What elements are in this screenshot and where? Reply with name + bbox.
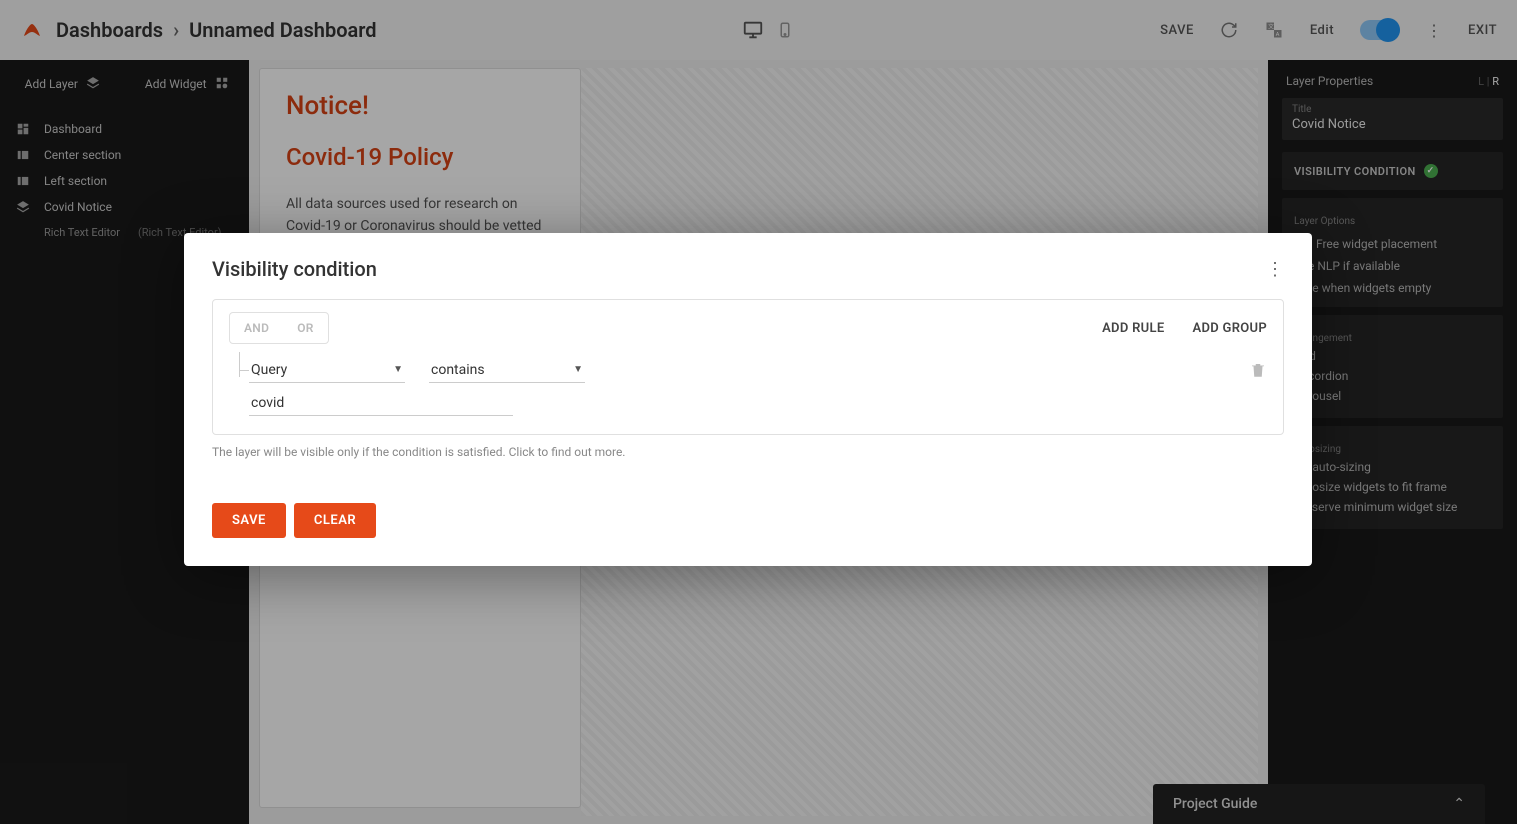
- add-rule-button[interactable]: ADD RULE: [1102, 321, 1164, 336]
- modal-title: Visibility condition: [212, 257, 377, 281]
- rule-value-input[interactable]: [249, 391, 513, 416]
- add-group-button[interactable]: ADD GROUP: [1192, 321, 1267, 336]
- and-button[interactable]: AND: [230, 313, 283, 343]
- rule-group: AND OR ADD RULE ADD GROUP Query ▼ contai…: [212, 299, 1284, 435]
- rule-field-select[interactable]: Query: [249, 358, 405, 383]
- rule-operator-select[interactable]: contains: [429, 358, 585, 383]
- visibility-modal: Visibility condition ⋮ AND OR ADD RULE A…: [184, 233, 1312, 566]
- modal-hint[interactable]: The layer will be visible only if the co…: [212, 445, 1284, 459]
- modal-save-button[interactable]: SAVE: [212, 503, 286, 538]
- modal-clear-button[interactable]: CLEAR: [294, 503, 376, 538]
- and-or-toggle[interactable]: AND OR: [229, 312, 329, 344]
- modal-more-icon[interactable]: ⋮: [1266, 259, 1284, 280]
- or-button[interactable]: OR: [283, 313, 328, 343]
- delete-rule-icon[interactable]: [1249, 361, 1267, 383]
